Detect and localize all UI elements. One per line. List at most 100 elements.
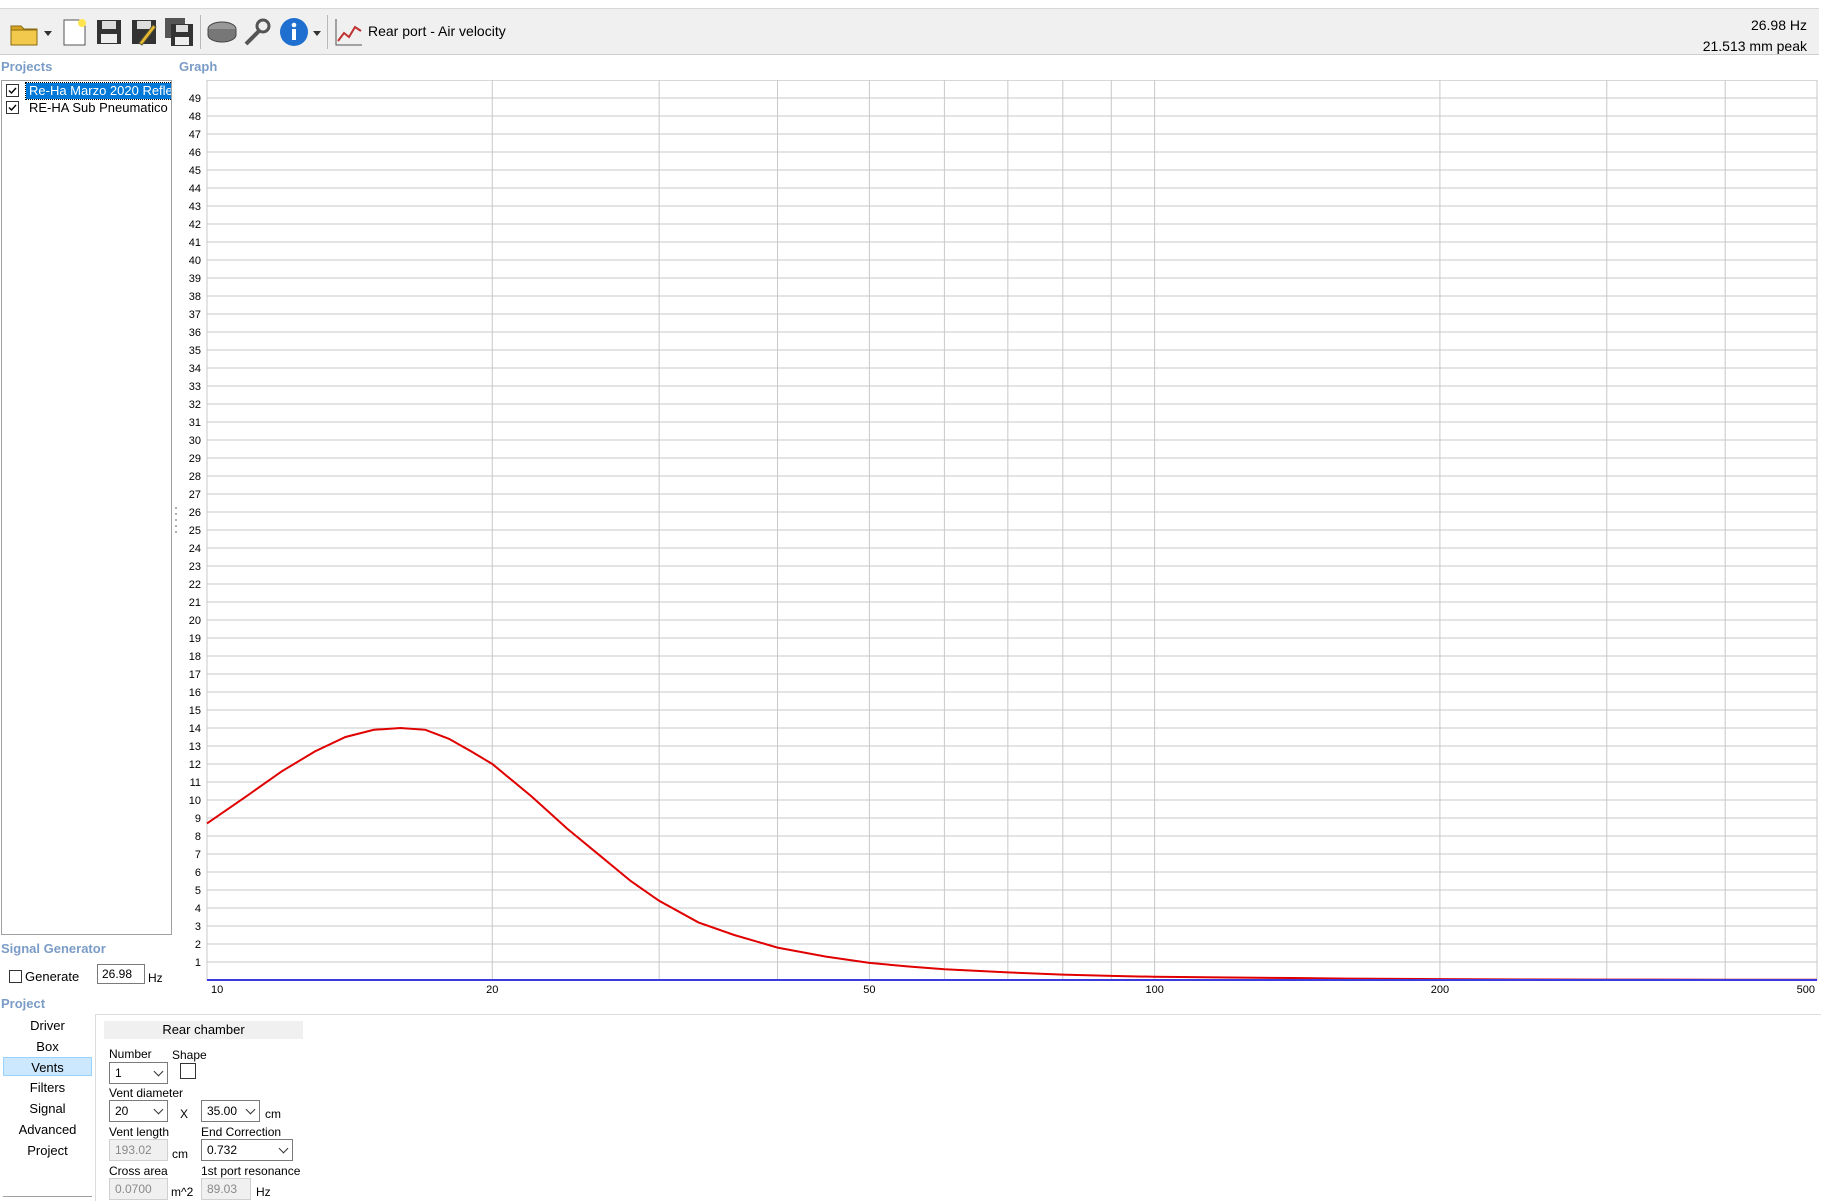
y-tick-label: 33 [189, 381, 201, 393]
graph-label: Graph [179, 59, 218, 74]
vent-length-field: 193.02 [109, 1139, 168, 1161]
x-axis-labels: 10 20 50 100 200 500 [211, 984, 1815, 996]
save-as-icon[interactable] [127, 15, 161, 49]
x-tick-label: 100 [1145, 984, 1163, 996]
number-select[interactable]: 1 [109, 1062, 168, 1084]
vent-diameter2-value: 35.00 [207, 1104, 238, 1118]
graph-name[interactable]: Rear port - Air velocity [368, 23, 506, 39]
chevron-down-icon [245, 1104, 256, 1115]
nav-filters[interactable]: Filters [3, 1078, 92, 1097]
new-file-icon[interactable] [57, 15, 91, 49]
y-tick-label: 34 [189, 363, 201, 375]
y-tick-label: 3 [195, 921, 201, 933]
y-tick-label: 42 [189, 219, 201, 231]
y-tick-label: 28 [189, 471, 201, 483]
nav-project[interactable]: Project [3, 1141, 92, 1160]
save-icon[interactable] [92, 15, 126, 49]
project-section-label: Project [1, 996, 46, 1011]
y-tick-label: 30 [189, 435, 201, 447]
cross-area-unit: m^2 [171, 1185, 194, 1199]
y-tick-label: 39 [189, 273, 201, 285]
y-tick-label: 36 [189, 327, 201, 339]
vent-length-label: Vent length [109, 1125, 170, 1139]
y-tick-label: 44 [189, 183, 201, 195]
vent-diameter-select[interactable]: 20 [109, 1100, 168, 1122]
chevron-down-icon[interactable] [44, 31, 52, 36]
y-tick-label: 7 [195, 849, 201, 861]
port-resonance-label: 1st port resonance [201, 1164, 301, 1178]
y-tick-label: 45 [189, 165, 201, 177]
vent-diameter2-select[interactable]: 35.00 [201, 1100, 260, 1122]
y-tick-label: 17 [189, 669, 201, 681]
project-name[interactable]: RE-HA Sub Pneumatico Ma [26, 100, 171, 116]
vent-length-unit: cm [172, 1147, 188, 1161]
speaker-driver-icon[interactable] [205, 15, 239, 49]
project-checkbox[interactable] [6, 101, 19, 114]
signal-generator-label: Signal Generator [1, 941, 106, 956]
port-resonance-field: 89.03 [201, 1178, 251, 1200]
x-tick-label: 50 [863, 984, 875, 996]
vent-diameter-value: 20 [115, 1104, 129, 1118]
cross-area-label: Cross area [109, 1164, 168, 1178]
chevron-down-icon [278, 1143, 289, 1154]
y-tick-label: 19 [189, 633, 201, 645]
x-tick-label: 500 [1797, 984, 1815, 996]
projects-label: Projects [1, 59, 53, 74]
vents-panel [95, 1014, 1821, 1201]
y-tick-label: 41 [189, 237, 201, 249]
generator-frequency-input[interactable]: 26.98 [97, 964, 145, 984]
y-tick-label: 47 [189, 129, 201, 141]
end-correction-label: End Correction [201, 1125, 282, 1139]
y-tick-label: 29 [189, 453, 201, 465]
shape-toggle[interactable] [180, 1063, 196, 1079]
cross-area-field: 0.0700 [109, 1178, 168, 1200]
generate-label: Generate [25, 969, 80, 984]
y-tick-label: 21 [189, 597, 201, 609]
y-tick-label: 10 [189, 795, 201, 807]
x-tick-label: 10 [211, 984, 223, 996]
y-tick-label: 46 [189, 147, 201, 159]
y-tick-label: 16 [189, 687, 201, 699]
number-label: Number [109, 1047, 152, 1061]
y-tick-label: 14 [189, 723, 201, 735]
y-tick-label: 48 [189, 111, 201, 123]
y-tick-label: 12 [189, 759, 201, 771]
y-tick-label: 18 [189, 651, 201, 663]
chevron-down-icon [153, 1066, 164, 1077]
y-tick-label: 1 [195, 957, 201, 969]
nav-advanced[interactable]: Advanced [3, 1120, 92, 1139]
end-correction-value: 0.732 [207, 1143, 238, 1157]
chart-grid [206, 80, 1818, 981]
project-checkbox[interactable] [6, 84, 19, 97]
graph-icon[interactable] [332, 15, 366, 49]
generator-frequency-unit: Hz [148, 971, 163, 985]
nav-divider [3, 1196, 92, 1197]
y-tick-label: 35 [189, 345, 201, 357]
y-tick-label: 11 [190, 777, 201, 789]
nav-signal[interactable]: Signal [3, 1099, 92, 1118]
open-folder-icon[interactable] [8, 15, 42, 49]
nav-driver[interactable]: Driver [3, 1016, 92, 1035]
project-name[interactable]: Re-Ha Marzo 2020 Reflex [24, 82, 171, 100]
x-tick-label: 200 [1431, 984, 1449, 996]
chevron-down-icon[interactable] [313, 31, 321, 36]
toolbar-separator [200, 15, 201, 49]
number-value: 1 [115, 1066, 122, 1080]
cursor-readout: 26.98 Hz 21.513 mm peak [1703, 15, 1807, 57]
y-tick-label: 13 [189, 741, 201, 753]
dimension-x-label: X [180, 1107, 189, 1121]
air-velocity-chart[interactable]: 1234567891011121314151617181920212223242… [176, 80, 1821, 1000]
y-tick-label: 15 [189, 705, 201, 717]
save-all-icon[interactable] [162, 15, 196, 49]
nav-box[interactable]: Box [3, 1037, 92, 1056]
generate-checkbox[interactable] [9, 970, 22, 983]
x-tick-label: 20 [486, 984, 498, 996]
wrench-icon[interactable] [240, 15, 274, 49]
y-tick-label: 22 [189, 579, 201, 591]
readout-frequency: 26.98 Hz [1750, 17, 1807, 33]
y-tick-label: 27 [189, 489, 201, 501]
vent-diameter-unit: cm [265, 1107, 281, 1121]
end-correction-select[interactable]: 0.732 [201, 1139, 293, 1161]
info-icon[interactable] [277, 15, 311, 49]
nav-vents[interactable]: Vents [3, 1057, 92, 1076]
